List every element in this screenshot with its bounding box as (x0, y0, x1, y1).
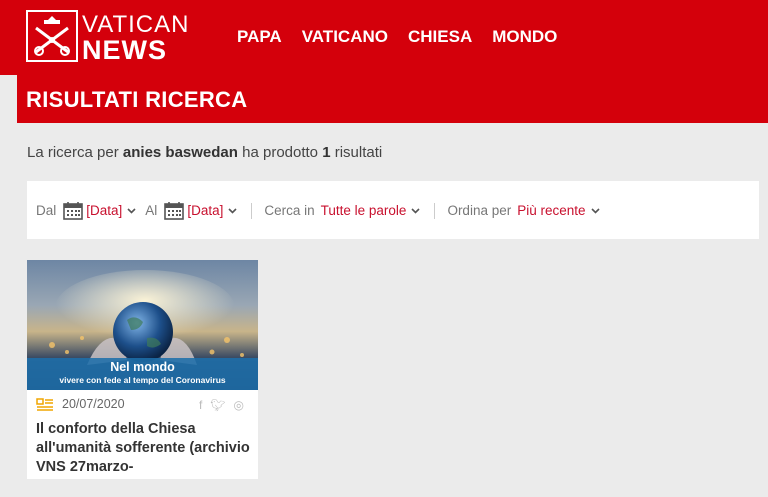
chevron-down-icon[interactable] (411, 207, 421, 214)
order-by-dropdown[interactable]: Più recente (517, 203, 585, 218)
vatican-news-logo[interactable]: VATICAN NEWS (26, 10, 202, 65)
search-in-dropdown[interactable]: Tutte le parole (321, 203, 407, 218)
calendar-icon[interactable] (164, 201, 185, 220)
share-buttons: f 🐦︎ ◎ (199, 398, 244, 412)
order-by-label: Ordina per (447, 203, 512, 218)
vatican-emblem-icon (26, 10, 78, 62)
nav-item-chiesa[interactable]: CHIESA (408, 27, 472, 47)
page-title: RISULTATI RICERCA (26, 87, 248, 112)
summary-prefix: La ricerca per (27, 144, 119, 161)
result-count: 1 (322, 144, 331, 161)
nav-item-mondo[interactable]: MONDO (492, 27, 557, 47)
search-summary: La ricerca per anies baswedan ha prodott… (27, 144, 382, 161)
logo-text-bottom: NEWS (82, 35, 167, 65)
thumbnail-subtitle: vivere con fede al tempo del Coronavirus (59, 375, 226, 385)
nav-item-vaticano[interactable]: VATICANO (302, 27, 388, 47)
whatsapp-icon[interactable]: ◎ (234, 398, 244, 412)
result-date: 20/07/2020 (62, 397, 125, 411)
filter-divider (434, 202, 436, 219)
site-header: VATICAN NEWS PAPA VATICANO CHIESA MONDO (0, 0, 768, 75)
twitter-icon[interactable]: 🐦︎ (210, 398, 225, 412)
chevron-down-icon[interactable] (228, 207, 237, 214)
article-icon (36, 398, 53, 411)
search-filter-bar: Dal [Data] Al [Data] Cerca in Tutte le p… (27, 181, 759, 239)
page-title-bar: RISULTATI RICERCA (17, 75, 768, 123)
nav-item-papa[interactable]: PAPA (237, 27, 282, 47)
summary-suffix: risultati (334, 144, 383, 161)
to-date-label: Al (145, 203, 158, 218)
search-in-label: Cerca in (264, 203, 315, 218)
summary-middle: ha prodotto (242, 144, 319, 161)
result-title-link[interactable]: Il conforto della Chiesa all'umanità sof… (36, 420, 251, 477)
calendar-icon[interactable] (63, 201, 84, 220)
to-date-picker[interactable]: [Data] (187, 203, 223, 218)
chevron-down-icon[interactable] (127, 207, 136, 214)
from-date-picker[interactable]: [Data] (86, 203, 122, 218)
result-thumbnail[interactable]: Nel mondo vivere con fede al tempo del C… (27, 260, 258, 390)
search-query: anies baswedan (122, 144, 238, 161)
thumbnail-caption: Nel mondo vivere con fede al tempo del C… (27, 358, 258, 390)
result-meta: 20/07/2020 f 🐦︎ ◎ (36, 397, 250, 415)
result-card[interactable]: Nel mondo vivere con fede al tempo del C… (27, 260, 258, 479)
from-date-label: Dal (36, 203, 57, 218)
chevron-down-icon[interactable] (590, 207, 600, 214)
thumbnail-title: Nel mondo (110, 360, 175, 374)
main-nav: PAPA VATICANO CHIESA MONDO (237, 27, 557, 47)
filter-divider (251, 202, 253, 219)
facebook-icon[interactable]: f (199, 398, 202, 412)
